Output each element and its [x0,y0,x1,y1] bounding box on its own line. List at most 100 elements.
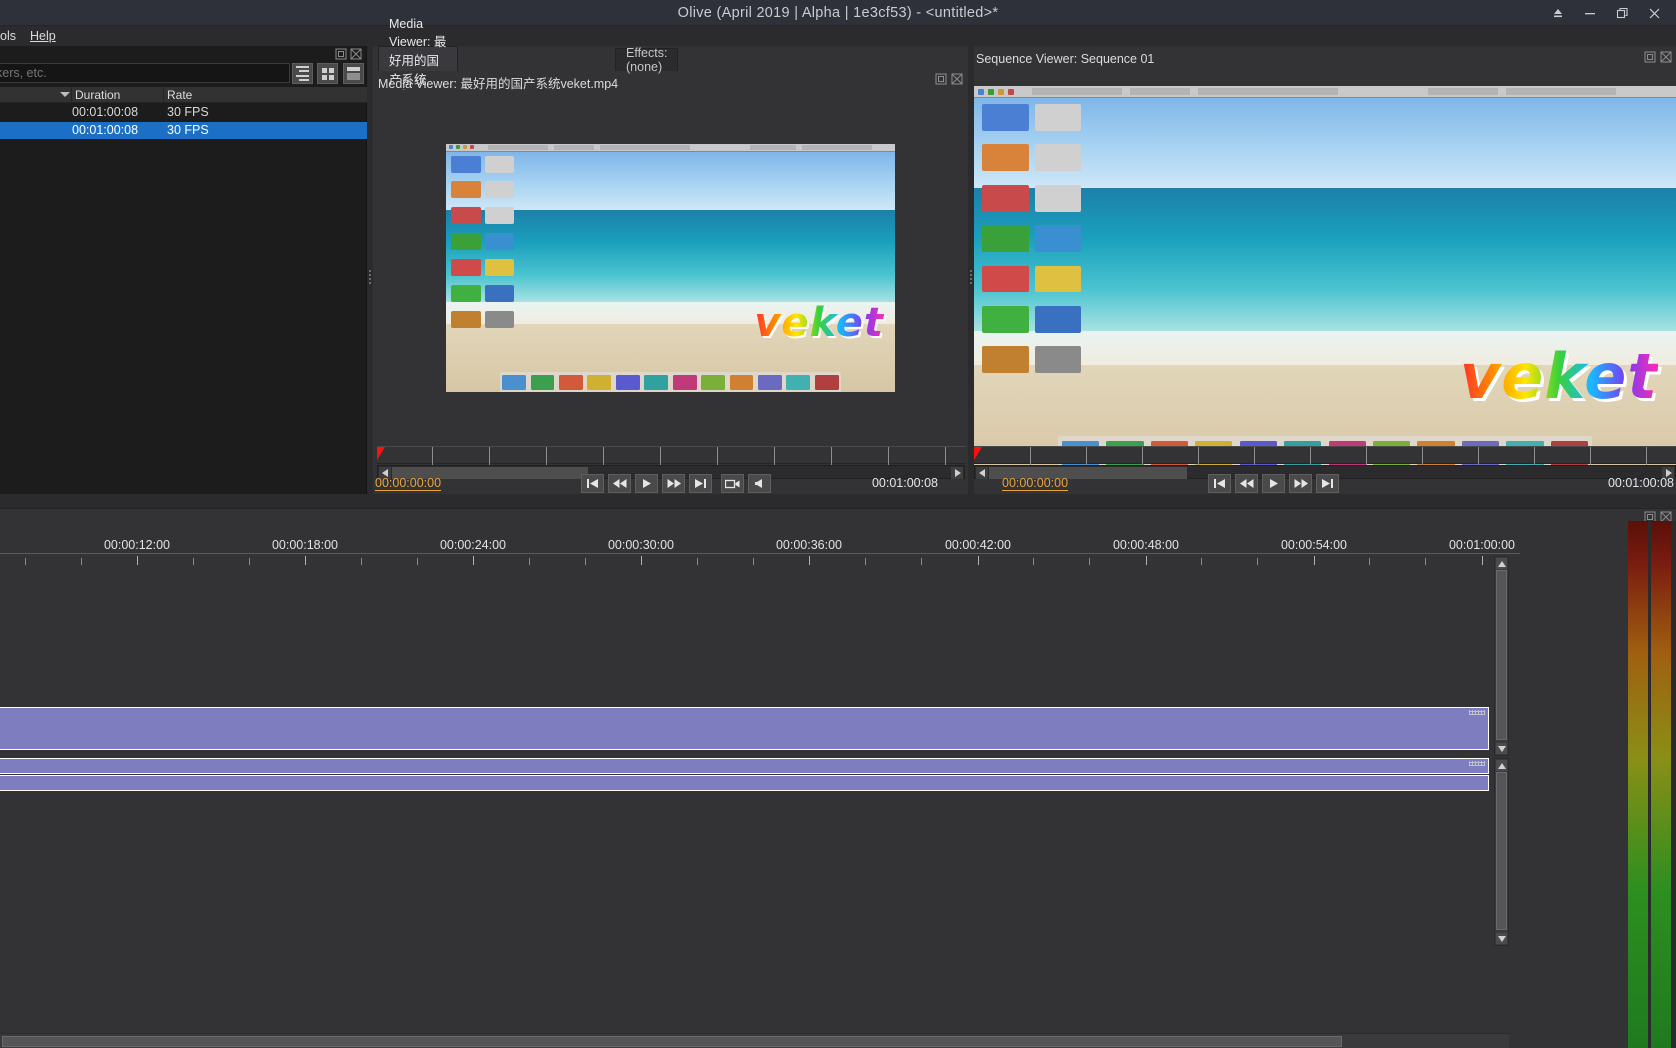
clip-grip[interactable] [1469,710,1485,715]
minimize-button[interactable] [1574,0,1606,26]
timeline-ruler-major-tick [137,556,138,565]
media-viewer-ruler[interactable] [377,446,965,465]
go-to-start-button[interactable] [1208,474,1231,493]
timeline-ruler-minor-tick [1033,558,1034,565]
project-table-header: Duration Rate [0,87,367,103]
sequence-viewer-ruler[interactable] [974,446,1676,465]
scroll-right-icon[interactable] [951,467,963,479]
go-to-end-button[interactable] [1316,474,1339,493]
column-header-rate[interactable]: Rate [167,88,192,102]
veket-logo: veket [1459,340,1658,413]
clip-grip[interactable] [1469,761,1485,766]
menu-tools[interactable]: ols [0,28,20,44]
timeline-ruler-major-tick [978,556,979,565]
audio-clip-2[interactable] [0,775,1489,791]
sort-arrow-icon[interactable] [60,92,70,97]
close-panel-icon[interactable] [1660,51,1672,63]
veket-logo: veket [754,299,884,346]
sequence-transport-controls [1208,474,1339,493]
vscroll-thumb[interactable] [1496,772,1507,930]
timeline-ruler-major-tick [1482,556,1483,565]
sequence-video-frame[interactable]: veket veket [974,86,1676,473]
timeline-vscroll-top[interactable] [1494,556,1509,756]
timeline-ruler-minor-tick [1089,558,1090,565]
play-button[interactable] [635,474,658,493]
tab-effects[interactable]: Effects: (none) [615,46,679,74]
sequence-panel-buttons [1644,51,1672,63]
table-row[interactable]: 00:01:00:08 30 FPS [0,122,367,139]
timeline-ruler-label: 00:00:12:00 [103,538,171,552]
window-title: Olive (April 2019 | Alpha | 1e3cf53) - <… [677,5,999,21]
timeline-ruler-minor-tick [1425,558,1426,565]
window-controls [1542,0,1670,26]
restore-button[interactable] [1606,0,1638,26]
float-panel-icon[interactable] [935,73,947,85]
audio-meter [1628,521,1676,1048]
icon-view-button[interactable] [317,63,338,84]
timeline-ruler-label: 00:00:18:00 [271,538,339,552]
timeline-ruler-major-tick [305,556,306,565]
scroll-down-icon[interactable] [1496,743,1507,754]
table-row[interactable]: 00:01:00:08 30 FPS [0,104,367,121]
float-panel-icon[interactable] [335,48,347,60]
scroll-up-icon[interactable] [1496,760,1507,771]
close-panel-icon[interactable] [951,73,963,85]
media-viewer-panel: Media Viewer: 最好用的国产系统veket.mp4 Effects:… [373,17,968,494]
menu-help[interactable]: Help [26,28,60,44]
video-clip[interactable] [0,707,1489,750]
scroll-left-icon[interactable] [976,467,988,479]
timeline-ruler-label: 00:00:36:00 [775,538,843,552]
timeline-vscroll-bottom[interactable] [1494,758,1509,946]
media-viewer-stage[interactable]: veket veket [373,90,968,445]
list-view-button[interactable] [292,63,313,84]
timeline-ruler-minor-tick [1257,558,1258,565]
sequence-current-timecode[interactable]: 00:00:00:00 [1002,476,1069,491]
mute-button[interactable] [748,474,771,493]
vscroll-thumb[interactable] [1496,570,1507,740]
timeline-ruler-label: 00:00:48:00 [1112,538,1180,552]
tab-media-viewer[interactable]: Media Viewer: 最好用的国产系统veket.mp4 [378,17,458,102]
hscroll-thumb[interactable] [2,1036,1342,1047]
fast-forward-button[interactable] [662,474,685,493]
fast-forward-button[interactable] [1289,474,1312,493]
record-button[interactable] [721,474,744,493]
eject-button[interactable] [1542,0,1574,26]
sequence-end-timecode: 00:01:00:08 [1607,476,1674,490]
timeline-ruler[interactable]: 00:00:12:00 00:00:18:00 00:00:24:00 00:00:3… [0,522,1520,565]
timeline-ruler-label: 00:01:00:00 [1448,538,1516,552]
timeline-ruler-major-tick [473,556,474,565]
timeline-panel: 00:00:12:00 00:00:18:00 00:00:24:00 00:00:3… [0,508,1676,1048]
close-button[interactable] [1638,0,1670,26]
timeline-hscroll[interactable] [0,1033,1509,1048]
go-to-start-button[interactable] [581,474,604,493]
scroll-up-icon[interactable] [1496,558,1507,569]
scroll-down-icon[interactable] [1496,933,1507,944]
rewind-button[interactable] [1235,474,1258,493]
timeline-ruler-minor-tick [697,558,698,565]
audio-clip-1[interactable] [0,758,1489,774]
sequence-playhead[interactable] [974,447,982,460]
go-to-end-button[interactable] [689,474,712,493]
search-input[interactable] [0,63,290,83]
tree-view-button[interactable] [343,63,364,84]
row-rate: 30 FPS [167,105,209,119]
column-header-duration[interactable]: Duration [75,88,120,102]
menu-help-label: Help [30,29,56,43]
row-duration: 00:01:00:08 [72,105,139,119]
media-panel-buttons [935,73,963,85]
media-current-timecode[interactable]: 00:00:00:00 [375,476,442,491]
media-transport-controls [581,474,771,493]
menu-bar: ols Help [0,26,1676,46]
project-panel: Duration Rate 00:01:00:08 30 FPS 00:01:0… [0,46,367,494]
timeline-ruler-major-tick [809,556,810,565]
close-panel-icon[interactable] [350,48,362,60]
timeline-ruler-minor-tick [1201,558,1202,565]
timeline-ruler-minor-tick [81,558,82,565]
float-panel-icon[interactable] [1644,51,1656,63]
play-button[interactable] [1262,474,1285,493]
media-playhead[interactable] [377,447,385,460]
rewind-button[interactable] [608,474,631,493]
timeline-ruler-minor-tick [585,558,586,565]
sequence-viewer-title: Sequence Viewer: Sequence 01 [976,52,1155,66]
timeline-ruler-minor-tick [417,558,418,565]
